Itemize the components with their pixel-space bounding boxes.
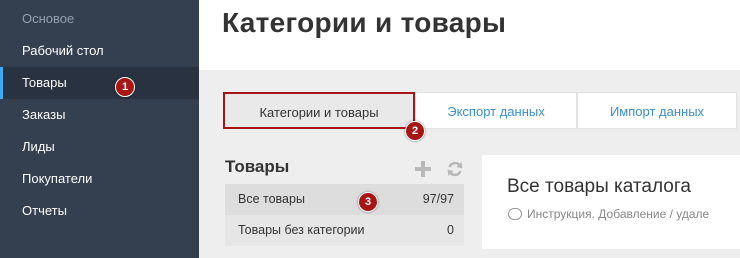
tab-bar: Категории и товары Экспорт данных Импорт… <box>223 92 740 130</box>
catalog-row-label: Товары без категории <box>238 223 365 237</box>
plus-icon-svg <box>415 161 431 177</box>
catalog-row-label: Все товары <box>238 192 305 206</box>
page-title: Категории и товары <box>222 7 507 38</box>
catalog-row-all-products[interactable]: Все товары 97/97 <box>225 184 464 215</box>
catalog-title: Товары <box>225 157 290 176</box>
tab-import[interactable]: Импорт данных <box>577 92 737 129</box>
refresh-icon-svg <box>447 161 463 177</box>
content-subtitle: Инструкция. Добавление / удале <box>527 207 710 221</box>
sidebar-item-reports[interactable]: Отчеты <box>0 195 199 227</box>
step-badge-2: 2 <box>405 121 425 141</box>
step-badge-1: 1 <box>115 77 135 97</box>
tab-categories-products[interactable]: Категории и товары <box>223 92 415 129</box>
sidebar: Основое Рабочий стол Товары Заказы Лиды … <box>0 0 199 258</box>
sidebar-item-customers[interactable]: Покупатели <box>0 163 199 195</box>
catalog-row-uncategorized[interactable]: Товары без категории 0 <box>225 215 464 246</box>
catalog-row-count: 97/97 <box>422 192 454 206</box>
step-badge-3: 3 <box>358 192 378 212</box>
content-title: Все товары каталога <box>507 176 691 197</box>
chat-icon <box>508 208 522 220</box>
catalog-row-count: 0 <box>447 223 454 237</box>
tab-export[interactable]: Экспорт данных <box>415 92 577 129</box>
refresh-icon[interactable] <box>445 160 465 180</box>
plus-icon[interactable] <box>413 160 433 180</box>
sidebar-item-orders[interactable]: Заказы <box>0 99 199 131</box>
page-header: Категории и товары <box>199 0 740 70</box>
content-instruction-link[interactable]: Инструкция. Добавление / удале <box>508 207 709 221</box>
sidebar-section-label: Основое <box>22 11 75 26</box>
content-card: Все товары каталога Инструкция. Добавлен… <box>482 155 740 249</box>
sidebar-item-dashboard[interactable]: Рабочий стол <box>0 35 199 67</box>
sidebar-item-leads[interactable]: Лиды <box>0 131 199 163</box>
sidebar-item-products[interactable]: Товары <box>0 67 199 99</box>
